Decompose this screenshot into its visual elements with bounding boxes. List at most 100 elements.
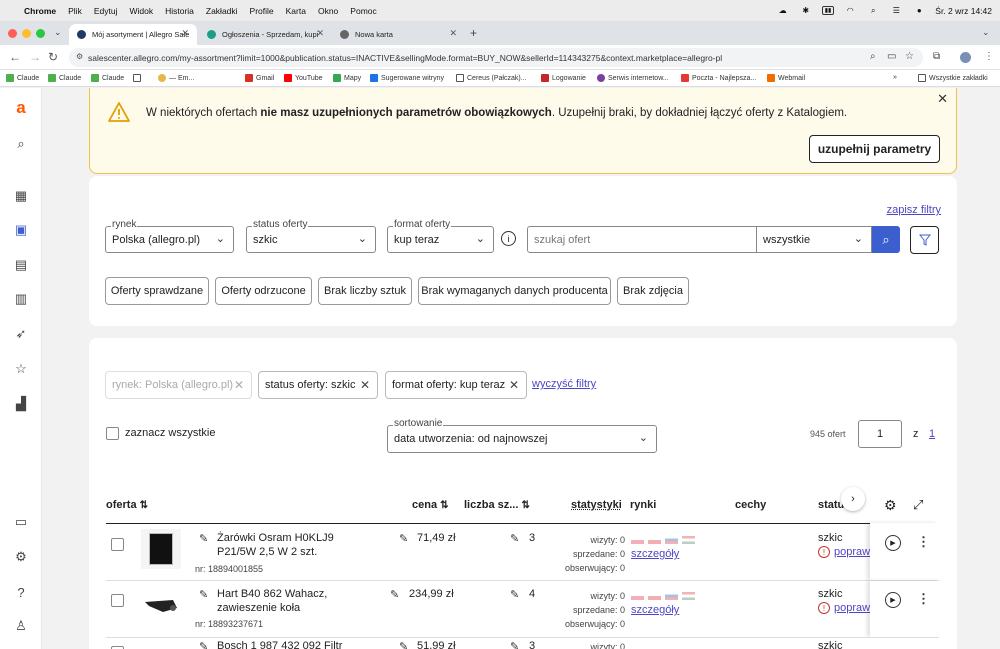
quick-filter-no-photo[interactable]: Brak zdjęcia <box>617 277 689 305</box>
save-filters-link[interactable]: zapisz filtry <box>887 204 941 216</box>
assortment-icon[interactable]: ▣ <box>13 222 29 238</box>
menu-karta[interactable]: Karta <box>286 6 306 16</box>
statistics-icon[interactable]: ▟ <box>13 396 29 412</box>
close-tab-icon[interactable]: ✕ <box>181 28 189 39</box>
cast-icon[interactable]: ▭ <box>887 51 896 62</box>
activate-play-icon[interactable]: ▶ <box>885 535 901 551</box>
quick-filter-no-quantity[interactable]: Brak liczby sztuk <box>318 277 412 305</box>
more-menu-icon[interactable]: ⋮ <box>917 591 930 607</box>
zoom-window-button[interactable] <box>36 29 45 38</box>
control-center-icon[interactable]: ☰ <box>889 6 903 15</box>
select-all-checkbox[interactable] <box>106 427 119 440</box>
edit-quantity-pencil-icon[interactable]: ✎ <box>510 588 519 601</box>
active-filter-market[interactable]: rynek: Polska (allegro.pl) ✕ <box>105 371 252 399</box>
tab-search-chevron-icon[interactable]: ⌄ <box>982 27 990 38</box>
close-window-button[interactable] <box>8 29 17 38</box>
extensions-icon[interactable]: ⧉ <box>933 51 940 62</box>
details-link[interactable]: szczegóły <box>631 604 679 616</box>
bookmark-grid[interactable] <box>133 74 144 82</box>
menu-okno[interactable]: Okno <box>318 6 338 16</box>
messages-icon[interactable]: ▭ <box>13 514 29 530</box>
market-select[interactable]: rynek Polska (allegro.pl) ⌄ <box>105 219 234 253</box>
back-icon[interactable]: ← <box>9 50 21 64</box>
active-filter-format[interactable]: format oferty: kup teraz ✕ <box>385 371 527 399</box>
clear-filters-link[interactable]: wyczyść filtry <box>532 378 596 390</box>
status-select[interactable]: status oferty szkic ⌄ <box>246 219 376 253</box>
edit-title-pencil-icon[interactable]: ✎ <box>199 640 208 649</box>
edit-quantity-pencil-icon[interactable]: ✎ <box>510 532 519 545</box>
expand-icon[interactable]: ⤢ <box>913 497 923 513</box>
edit-price-pencil-icon[interactable]: ✎ <box>390 588 399 601</box>
more-bookmarks-icon[interactable]: » <box>893 74 897 81</box>
minimize-window-button[interactable] <box>22 29 31 38</box>
promotion-rocket-icon[interactable]: ➶ <box>13 326 29 342</box>
sort-select[interactable]: sortowanie data utworzenia: od najnowsze… <box>387 418 657 453</box>
close-icon[interactable]: ✕ <box>360 378 370 392</box>
url-field[interactable]: ⚙ salescenter.allegro.com/my-assortment?… <box>69 48 923 67</box>
offer-title-line1[interactable]: Żarówki Osram H0KLJ9 <box>217 532 334 544</box>
bookmark-star-icon[interactable]: ☆ <box>905 51 914 62</box>
bookmark-mapy[interactable]: Mapy <box>333 74 361 82</box>
forward-icon[interactable]: → <box>29 50 41 64</box>
bookmark-gmail[interactable]: Gmail <box>245 74 274 82</box>
edit-price-pencil-icon[interactable]: ✎ <box>399 640 408 649</box>
rating-star-icon[interactable]: ☆ <box>13 361 29 377</box>
menu-profile[interactable]: Profile <box>250 6 274 16</box>
format-select[interactable]: format oferty kup teraz ⌄ <box>387 219 494 253</box>
close-icon[interactable]: ✕ <box>937 91 948 107</box>
menu-zakladki[interactable]: Zakładki <box>206 6 238 16</box>
quick-filter-rejected[interactable]: Oferty odrzucone <box>215 277 312 305</box>
dashboard-icon[interactable]: ▦ <box>13 188 29 204</box>
close-tab-icon[interactable]: ✕ <box>316 28 324 39</box>
battery-icon[interactable]: ▮▮ <box>821 6 835 15</box>
col-offer[interactable]: oferta ⇅ <box>106 499 148 511</box>
edit-quantity-pencil-icon[interactable]: ✎ <box>510 640 519 649</box>
col-quantity[interactable]: liczba sz... ⇅ <box>464 499 530 511</box>
bookmark-youtube[interactable]: YouTube <box>284 74 323 82</box>
bookmark-sugerowane[interactable]: Sugerowane witryny <box>370 74 444 82</box>
activate-play-icon[interactable]: ▶ <box>885 592 901 608</box>
quick-filter-checked[interactable]: Oferty sprawdzane <box>105 277 209 305</box>
fill-params-button[interactable]: uzupełnij parametry <box>809 135 940 163</box>
close-icon[interactable]: ✕ <box>234 378 244 392</box>
page-input[interactable]: 1 <box>858 420 902 448</box>
bookmark-poczta[interactable]: Poczta - Najlepsza... <box>681 74 756 82</box>
last-page-link[interactable]: 1 <box>929 428 935 440</box>
menu-historia[interactable]: Historia <box>165 6 194 16</box>
new-tab-icon[interactable]: + <box>470 26 477 40</box>
search-icon[interactable]: ⌕ <box>866 6 880 15</box>
details-link[interactable]: szczegóły <box>631 548 679 560</box>
offer-title-line2[interactable]: P21/5W 2,5 W 2 szt. <box>217 546 317 558</box>
bookmark-em[interactable]: — Em... <box>158 74 194 82</box>
close-tab-icon[interactable]: ✕ <box>449 28 457 39</box>
billing-icon[interactable]: ▥ <box>13 291 29 307</box>
edit-title-pencil-icon[interactable]: ✎ <box>199 588 208 601</box>
close-icon[interactable]: ✕ <box>509 378 519 392</box>
tab-new[interactable]: Nowa karta ✕ <box>332 24 465 45</box>
settings-gear-icon[interactable]: ⚙ <box>13 549 29 565</box>
bookmark-webmail[interactable]: Webmail <box>767 74 805 82</box>
wifi-icon[interactable]: ◠ <box>843 6 857 15</box>
menu-app-name[interactable]: Chrome <box>24 6 56 16</box>
menu-widok[interactable]: Widok <box>129 6 153 16</box>
more-menu-icon[interactable]: ⋮ <box>917 534 930 550</box>
bookmark-claude-3[interactable]: Claude <box>91 74 124 82</box>
siri-icon[interactable]: ● <box>912 6 926 15</box>
edit-title-pencil-icon[interactable]: ✎ <box>199 532 208 545</box>
profile-avatar[interactable] <box>960 52 971 63</box>
orders-icon[interactable]: ▤ <box>13 257 29 273</box>
reload-icon[interactable]: ↻ <box>48 50 58 64</box>
search-scope-select[interactable]: wszystkie ⌄ <box>756 226 872 253</box>
offer-title-line1[interactable]: Bosch 1 987 432 092 Filtr <box>217 640 342 649</box>
menu-pomoc[interactable]: Pomoc <box>350 6 376 16</box>
help-icon[interactable]: ? <box>13 584 29 600</box>
col-price[interactable]: cena ⇅ <box>412 499 449 511</box>
bookmark-cereus[interactable]: Cereus (Pałczak)... <box>456 74 527 82</box>
menu-edytuj[interactable]: Edytuj <box>94 6 118 16</box>
all-bookmarks[interactable]: Wszystkie zakładki <box>918 74 988 82</box>
bookmark-claude-1[interactable]: Claude <box>6 74 39 82</box>
search-icon[interactable]: ⌕ <box>13 136 29 152</box>
active-filter-status[interactable]: status oferty: szkic ✕ <box>258 371 378 399</box>
col-statistics[interactable]: statystyki <box>571 499 622 511</box>
bluetooth-icon[interactable]: ✱ <box>799 6 813 15</box>
